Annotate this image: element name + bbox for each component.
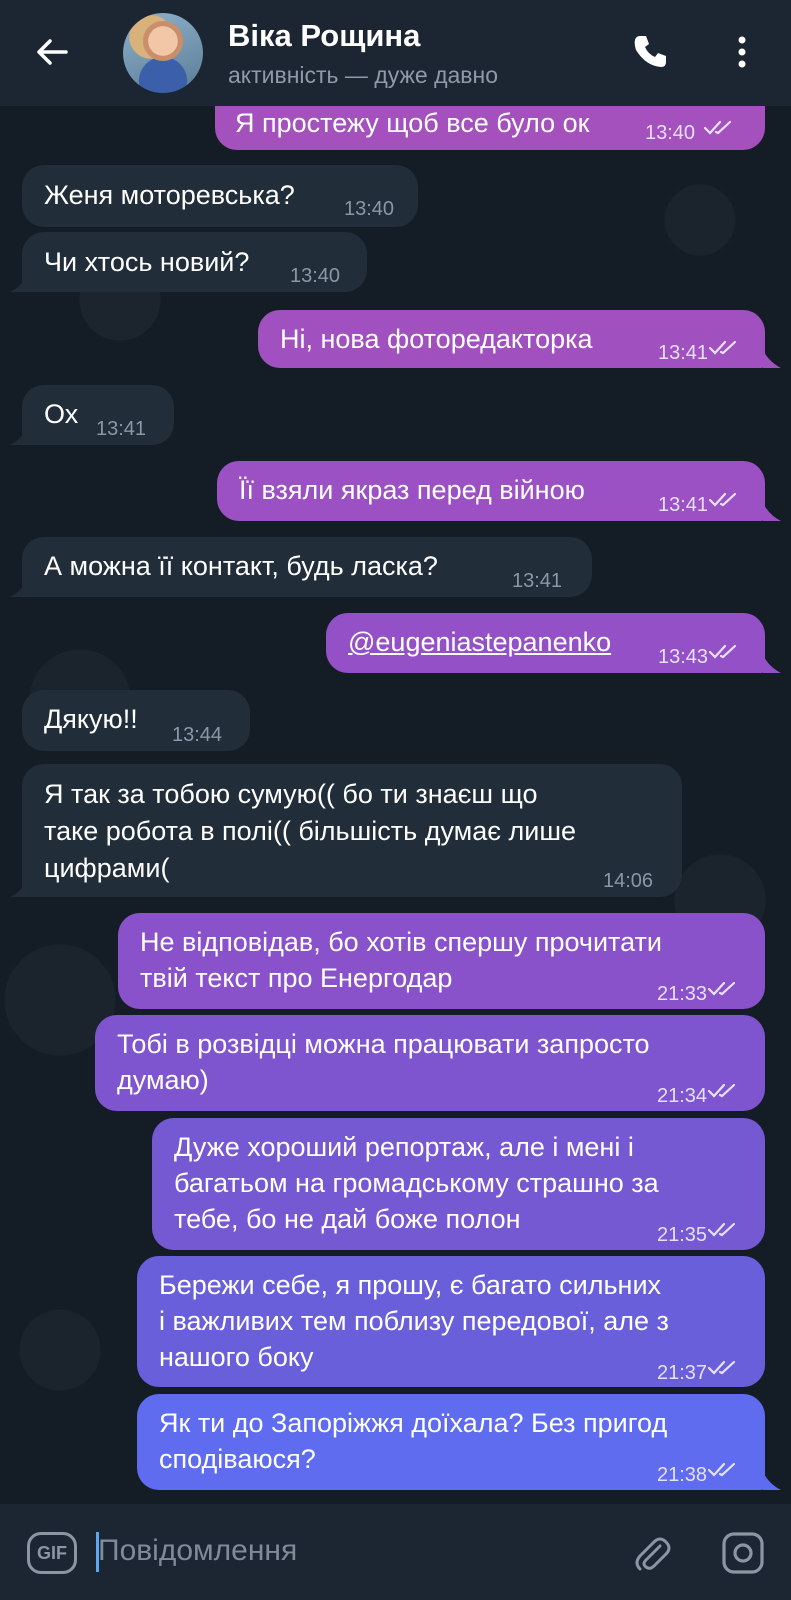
message-text-line: Не відповідав, бо хотів спершу прочитати bbox=[140, 927, 662, 957]
back-arrow-icon[interactable] bbox=[30, 30, 74, 74]
message-bubble-outgoing[interactable]: Як ти до Запоріжжя доїхала? Без пригод с… bbox=[137, 1394, 765, 1490]
message-text-line: багатьом на громадському страшно за bbox=[174, 1168, 659, 1198]
double-check-icon bbox=[708, 644, 737, 659]
message-bubble-outgoing[interactable]: Бережи себе, я прошу, є багато сильних і… bbox=[137, 1256, 765, 1387]
bubble-tail bbox=[10, 579, 28, 597]
camera-icon[interactable] bbox=[720, 1530, 766, 1576]
message-time: 21:34 bbox=[657, 1085, 708, 1107]
message-bubble-incoming[interactable]: Я так за тобою сумую(( бо ти знаєш що та… bbox=[22, 764, 682, 897]
message-time: 21:33 bbox=[657, 983, 708, 1005]
message-time: 13:40 bbox=[290, 265, 341, 287]
message-time: 13:40 bbox=[645, 122, 696, 144]
message-text: Ні, нова фоторедакторка bbox=[280, 324, 593, 354]
bubble-tail bbox=[763, 655, 781, 673]
message-text-line: думаю) bbox=[117, 1065, 209, 1095]
bubble-tail bbox=[763, 503, 781, 521]
message-bubble-incoming[interactable]: А можна її контакт, будь ласка? 13:41 bbox=[22, 537, 592, 597]
message-time: 13:41 bbox=[658, 342, 709, 364]
message-bubble-outgoing[interactable]: Не відповідав, бо хотів спершу прочитати… bbox=[118, 913, 765, 1009]
message-text-line: Тобі в розвідці можна працювати запросто bbox=[117, 1029, 650, 1059]
message-time: 13:43 bbox=[658, 646, 709, 668]
message-time: 13:44 bbox=[172, 724, 223, 746]
message-bubble-outgoing[interactable]: Дуже хороший репортаж, але і мені і бага… bbox=[152, 1118, 765, 1250]
attach-icon[interactable] bbox=[630, 1532, 674, 1576]
gif-button[interactable]: GIF bbox=[27, 1532, 77, 1574]
avatar[interactable] bbox=[123, 13, 203, 93]
message-text-line: нашого боку bbox=[159, 1342, 314, 1372]
double-check-icon bbox=[707, 981, 736, 996]
message-time: 13:41 bbox=[658, 494, 709, 516]
message-text: Ох bbox=[44, 399, 79, 429]
message-input-bar: GIF Повідомлення bbox=[0, 1504, 791, 1600]
more-vertical-icon[interactable] bbox=[720, 30, 764, 74]
message-bubble-incoming[interactable]: Дякую!! 13:44 bbox=[22, 690, 250, 751]
double-check-icon bbox=[707, 1462, 736, 1477]
message-text-line: сподіваюся? bbox=[159, 1444, 316, 1474]
message-input[interactable]: Повідомлення bbox=[98, 1534, 297, 1568]
message-time: 13:41 bbox=[96, 418, 147, 440]
bubble-tail bbox=[10, 879, 28, 897]
bubble-tail bbox=[10, 274, 28, 292]
last-seen-status: активність — дуже давно bbox=[228, 62, 498, 88]
message-text-line: цифрами( bbox=[44, 853, 170, 883]
double-check-icon bbox=[707, 1083, 736, 1098]
message-text-line: тебе, бо не дай боже полон bbox=[174, 1204, 521, 1234]
message-text-line: і важливих тем поблизу передової, але з bbox=[159, 1306, 669, 1336]
message-time: 14:06 bbox=[603, 870, 654, 892]
message-text: Дякую!! bbox=[44, 704, 138, 734]
double-check-icon bbox=[707, 1222, 736, 1237]
chat-area[interactable]: Я простежу щоб все було ок 13:40 Женя мо… bbox=[0, 0, 791, 1504]
message-bubble-outgoing[interactable]: Тобі в розвідці можна працювати запросто… bbox=[95, 1015, 765, 1111]
message-time: 21:38 bbox=[657, 1464, 708, 1486]
message-text: А можна її контакт, будь ласка? bbox=[44, 551, 438, 581]
message-text-line: твій текст про Енергодар bbox=[140, 963, 453, 993]
double-check-icon bbox=[703, 120, 732, 135]
message-text: Я простежу щоб все було ок bbox=[235, 108, 590, 138]
contact-name[interactable]: Віка Рощина bbox=[228, 18, 420, 54]
double-check-icon bbox=[708, 340, 737, 355]
message-time: 13:41 bbox=[512, 570, 563, 592]
double-check-icon bbox=[708, 492, 737, 507]
message-bubble-outgoing[interactable]: Ні, нова фоторедакторка 13:41 bbox=[258, 310, 765, 368]
phone-icon[interactable] bbox=[628, 30, 672, 74]
message-text-line: Я так за тобою сумую(( бо ти знаєш що bbox=[44, 779, 538, 809]
message-bubble-outgoing[interactable]: Її взяли якраз перед війною 13:41 bbox=[217, 461, 765, 521]
message-text: Женя моторевська? bbox=[44, 180, 295, 210]
double-check-icon bbox=[707, 1360, 736, 1375]
bubble-tail bbox=[763, 1472, 781, 1490]
message-text: Чи хтось новий? bbox=[44, 247, 250, 277]
message-text-line: Дуже хороший репортаж, але і мені і bbox=[174, 1132, 634, 1162]
message-bubble-incoming[interactable]: Ох 13:41 bbox=[22, 385, 174, 445]
mention-link[interactable]: @eugeniastepanenko bbox=[348, 625, 611, 660]
bubble-tail bbox=[10, 427, 28, 445]
message-time: 21:37 bbox=[657, 1362, 708, 1384]
chat-header: Віка Рощина активність — дуже давно bbox=[0, 0, 791, 106]
message-bubble-outgoing[interactable]: @eugeniastepanenko 13:43 bbox=[326, 613, 765, 673]
message-text-line: Як ти до Запоріжжя доїхала? Без пригод bbox=[159, 1408, 668, 1438]
message-text-line: таке робота в полі(( більшість думає лиш… bbox=[44, 816, 577, 846]
message-text-line: Бережи себе, я прошу, є багато сильних bbox=[159, 1270, 662, 1300]
bubble-tail bbox=[763, 350, 781, 368]
message-text: Її взяли якраз перед війною bbox=[239, 475, 585, 505]
gif-icon: GIF bbox=[37, 1543, 67, 1563]
message-time: 21:35 bbox=[657, 1224, 708, 1246]
message-bubble-incoming[interactable]: Чи хтось новий? 13:40 bbox=[22, 232, 367, 292]
message-bubble-incoming[interactable]: Женя моторевська? 13:40 bbox=[22, 165, 418, 227]
message-time: 13:40 bbox=[344, 198, 395, 220]
